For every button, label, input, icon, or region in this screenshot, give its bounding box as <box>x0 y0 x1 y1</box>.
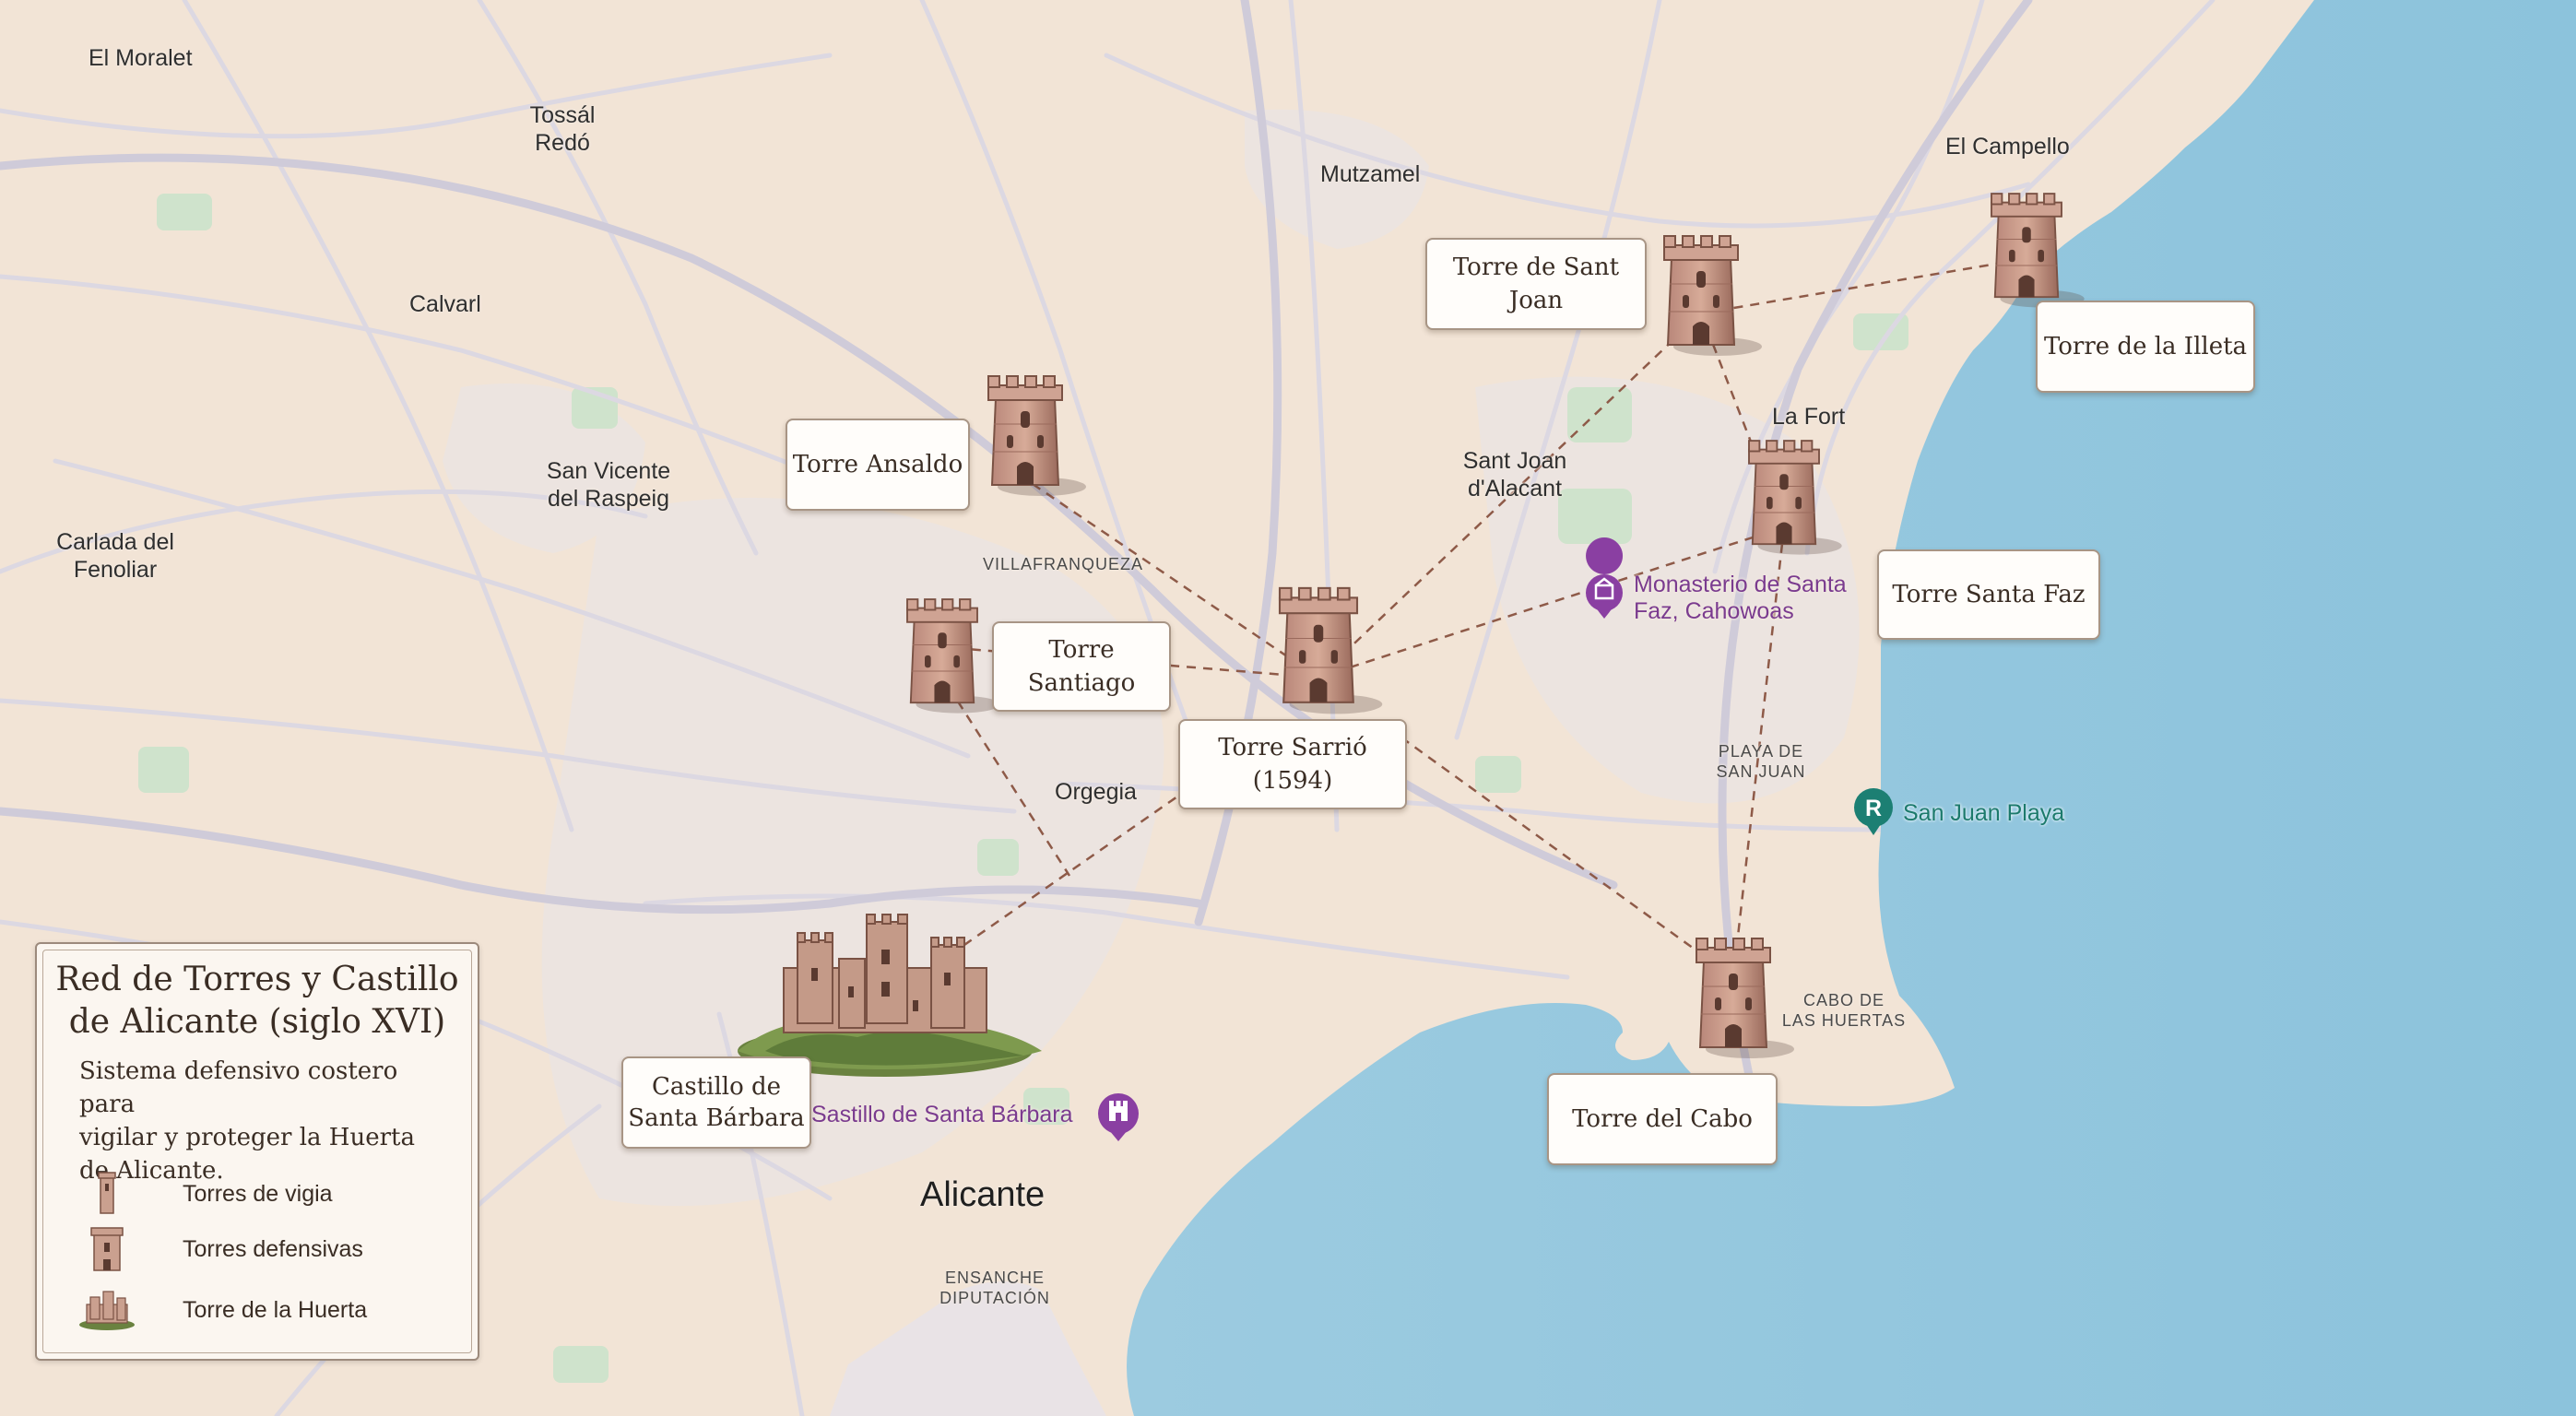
place-sant-joan-line2: d'Alacant <box>1467 476 1563 502</box>
poi-monasterio-santa-faz[interactable]: Monasterio de Santa Faz, Cahowoas <box>1634 572 1847 625</box>
legend-item-lookout: Torres de vigia <box>79 1169 448 1219</box>
legend-description: Sistema defensivo costero para vigilar y… <box>79 1055 448 1187</box>
place-ensanche-line2: DIPUTACIÓN <box>939 1289 1050 1307</box>
place-sant-joan-line1: Sant Joan <box>1462 448 1567 474</box>
legend-item-castle: Torre de la Huerta <box>79 1285 448 1335</box>
legend-desc-line2: vigilar y proteger la Huerta <box>79 1124 415 1151</box>
place-el-campello: El Campello <box>1945 134 2070 159</box>
label-castillo-line1: Castillo de <box>651 1073 782 1101</box>
place-san-vicente: San Vicente del Raspeig <box>540 457 677 513</box>
place-orgegia: Orgegia <box>1055 779 1137 805</box>
place-cabo-huertas: CABO DE LAS HUERTAS <box>1779 990 1908 1031</box>
svg-text:R: R <box>1865 796 1882 821</box>
label-castillo-line2: Santa Bárbara <box>628 1104 805 1132</box>
label-torre-santa-faz[interactable]: Torre Santa Faz <box>1877 549 2100 640</box>
poi-monasterio-line2: Faz, Cahowoas <box>1634 598 1794 624</box>
place-playa-sj-line1: PLAYA DE <box>1718 742 1804 761</box>
place-tossal-line2: Redó <box>535 130 590 156</box>
legend-item-castle-label: Torre de la Huerta <box>183 1296 368 1323</box>
place-sant-joan: Sant Joan d'Alacant <box>1457 447 1573 502</box>
label-torre-santiago[interactable]: Torre Santiago <box>992 621 1171 712</box>
place-carlada-line2: Fenoliar <box>73 557 158 583</box>
place-san-vicente-line1: San Vicente <box>546 458 671 484</box>
place-villafranqueza: VILLAFRANQUEZA <box>983 555 1144 573</box>
poi-monasterio-line1: Monasterio de Santa <box>1634 572 1847 597</box>
place-la-fort: La Fort <box>1772 404 1846 430</box>
legend-desc-line1: Sistema defensivo costero para <box>79 1057 398 1118</box>
place-alicante: Alicante <box>920 1175 1046 1214</box>
place-calvari: Calvarl <box>409 291 481 317</box>
place-ensanche: ENSANCHE DIPUTACIÓN <box>935 1268 1055 1308</box>
poi-san-juan-playa[interactable]: San Juan Playa <box>1903 800 2064 827</box>
label-torre-sant-joan[interactable]: Torre de Sant Joan <box>1425 238 1647 330</box>
place-el-moralet: El Moralet <box>89 45 193 71</box>
legend-item-defensive: Torres defensivas <box>79 1224 448 1274</box>
legend-panel: Red de Torres y Castillo de Alicante (si… <box>35 942 479 1361</box>
place-carlada: Carlada del Fenoliar <box>52 528 179 584</box>
place-tossal-line1: Tossál <box>529 102 596 128</box>
place-cabo-line1: CABO DE <box>1802 991 1885 1009</box>
legend-title-line1: Red de Torres y Castillo <box>55 961 459 998</box>
label-torre-sarrio[interactable]: Torre Sarrió (1594) <box>1178 719 1407 809</box>
place-playa-sj-line2: SAN JUAN <box>1716 762 1806 781</box>
poi-castillo-santa-barbara[interactable]: Sastillo de Santa Bárbara <box>811 1102 1073 1128</box>
place-cabo-line2: LAS HUERTAS <box>1781 1011 1907 1030</box>
place-tossal-redo: Tossál Redó <box>520 101 605 157</box>
legend-item-lookout-label: Torres de vigia <box>183 1180 333 1207</box>
place-ensanche-line1: ENSANCHE <box>944 1268 1046 1287</box>
defensive-tower-icon <box>79 1224 135 1274</box>
label-torre-ansaldo[interactable]: Torre Ansaldo <box>786 419 970 511</box>
label-torre-cabo[interactable]: Torre del Cabo <box>1547 1073 1778 1165</box>
legend-title: Red de Torres y Castillo de Alicante (si… <box>37 959 478 1044</box>
place-playa-san-juan: PLAYA DE SAN JUAN <box>1711 741 1811 782</box>
label-torre-illeta[interactable]: Torre de la Illeta <box>2036 301 2255 393</box>
legend-item-defensive-label: Torres defensivas <box>183 1235 363 1262</box>
place-mutxamel: Mutzamel <box>1320 161 1421 187</box>
place-carlada-line1: Carlada del <box>56 529 174 555</box>
castle-icon <box>79 1285 135 1335</box>
lookout-tower-icon <box>79 1169 135 1219</box>
legend-title-line2: de Alicante (siglo XVI) <box>68 1003 446 1041</box>
place-san-vicente-line2: del Raspeig <box>547 486 670 512</box>
label-castillo-santa-barbara[interactable]: Castillo de Santa Bárbara <box>621 1056 811 1149</box>
